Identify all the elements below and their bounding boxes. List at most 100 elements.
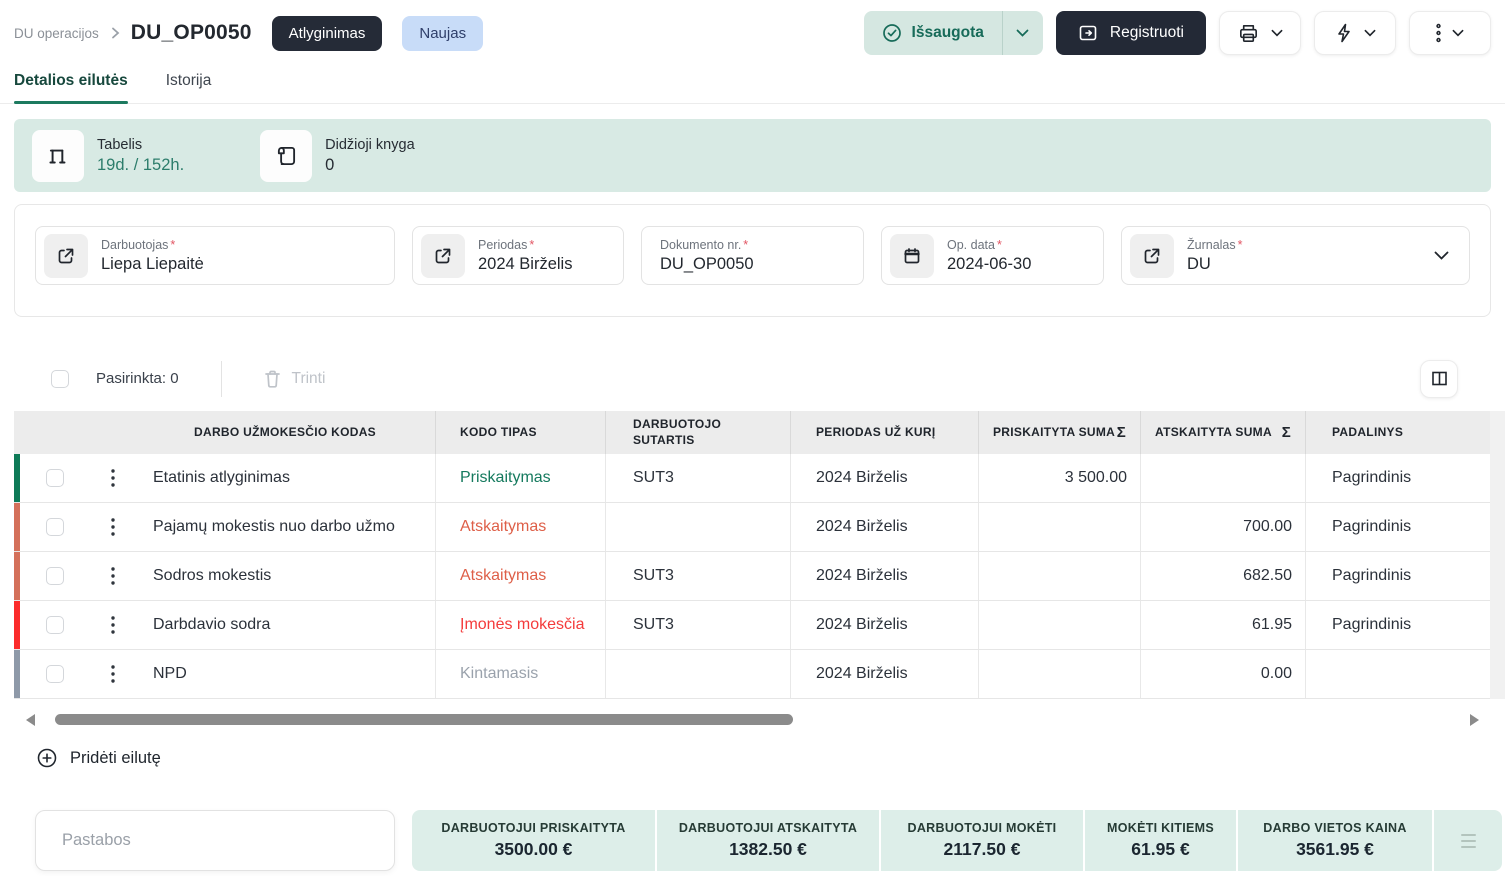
- info-bar: Tabelis 19d. / 152h. Didžioji knyga 0: [14, 119, 1491, 192]
- row-checkbox-cell: [20, 503, 90, 551]
- scrollbar-thumb[interactable]: [55, 714, 793, 725]
- operation-date-value: 2024-06-30: [947, 255, 1031, 274]
- cell-deducted: [1140, 454, 1305, 502]
- cell-contract: SUT3: [605, 601, 790, 649]
- general-ledger-info-item[interactable]: Didžioji knyga 0: [260, 130, 414, 182]
- tab-bar: Detalios eilutės Istorija: [0, 62, 1505, 104]
- employee-field[interactable]: Darbuotojas* Liepa Liepaitė: [35, 226, 395, 285]
- row-checkbox[interactable]: [46, 616, 64, 634]
- column-settings-button[interactable]: [1420, 360, 1458, 398]
- cell-deducted: 682.50: [1140, 552, 1305, 600]
- period-field[interactable]: Periodas* 2024 Birželis: [412, 226, 624, 285]
- summary-employee-payable: DARBUOTOJUI MOKĖTI 2117.50 €: [881, 810, 1083, 871]
- document-number-field[interactable]: Dokumento nr.* DU_OP0050: [641, 226, 864, 285]
- journal-field[interactable]: Žurnalas* DU: [1121, 226, 1470, 285]
- print-dropdown-button[interactable]: [1219, 11, 1301, 55]
- saved-dropdown-button[interactable]: [1003, 29, 1043, 37]
- cell-type: Kintamasis: [435, 650, 605, 698]
- chevron-down-icon: [1271, 29, 1283, 37]
- cell-type: Atskaitymas: [435, 552, 605, 600]
- timesheet-info-item[interactable]: Tabelis 19d. / 152h.: [32, 130, 184, 182]
- row-checkbox[interactable]: [46, 469, 64, 487]
- row-checkbox[interactable]: [46, 665, 64, 683]
- external-link-icon: [44, 234, 88, 278]
- timesheet-icon: [32, 130, 84, 182]
- saved-button[interactable]: Išsaugota: [864, 23, 1002, 43]
- cell-department: Pagrindinis: [1305, 601, 1490, 649]
- document-fields-card: Darbuotojas* Liepa Liepaitė Periodas* 20…: [14, 204, 1491, 317]
- kebab-menu-icon: [1436, 23, 1441, 43]
- employee-field-label: Darbuotojas*: [101, 238, 204, 252]
- add-row-button[interactable]: Pridėti eilutę: [37, 748, 161, 768]
- row-checkbox[interactable]: [46, 518, 64, 536]
- cell-accrued: [978, 650, 1140, 698]
- summary-drag-handle-icon[interactable]: [1434, 810, 1502, 871]
- field-texts: Periodas* 2024 Birželis: [478, 238, 572, 274]
- register-icon: [1078, 23, 1098, 43]
- trash-icon: [263, 369, 282, 389]
- scroll-right-arrow[interactable]: [1470, 714, 1479, 726]
- tab-detail-lines[interactable]: Detalios eilutės: [14, 62, 128, 103]
- table-header-row: Darbo užmokesčio kodas Kodo tipas Darbuo…: [14, 411, 1490, 454]
- row-checkbox[interactable]: [46, 567, 64, 585]
- delete-rows-label: Trinti: [292, 370, 326, 388]
- tab-history[interactable]: Istorija: [166, 62, 212, 103]
- ledger-value: 0: [325, 156, 414, 175]
- ledger-label: Didžioji knyga: [325, 137, 414, 153]
- cell-type: Įmonės mokesčia: [435, 601, 605, 649]
- scroll-left-arrow[interactable]: [26, 714, 35, 726]
- table-row: Darbdavio sodra Įmonės mokesčia SUT3 202…: [14, 601, 1490, 650]
- register-button[interactable]: Registruoti: [1056, 11, 1206, 55]
- select-all-checkbox[interactable]: [51, 370, 69, 388]
- cell-period: 2024 Birželis: [790, 503, 978, 551]
- ledger-texts: Didžioji knyga 0: [325, 137, 414, 175]
- operation-date-field[interactable]: Op. data* 2024-06-30: [881, 226, 1104, 285]
- chevron-down-icon: [1434, 251, 1449, 260]
- timesheet-label: Tabelis: [97, 137, 184, 153]
- delete-rows-button[interactable]: Trinti: [263, 369, 326, 389]
- topbar-actions: Išsaugota Registruoti: [864, 11, 1491, 55]
- cell-contract: SUT3: [605, 454, 790, 502]
- cell-contract: [605, 650, 790, 698]
- cell-department: Pagrindinis: [1305, 454, 1490, 502]
- cell-code: Pajamų mokestis nuo darbo užmo: [135, 503, 435, 551]
- check-circle-icon: [882, 23, 902, 43]
- document-number-value: DU_OP0050: [660, 255, 754, 274]
- column-header-accrued: Priskaityta sumaΣ: [978, 411, 1140, 454]
- column-header-deducted: Atskaityta sumaΣ: [1140, 411, 1305, 454]
- row-menu-button[interactable]: [90, 552, 135, 600]
- columns-icon: [1430, 369, 1449, 388]
- more-actions-dropdown-button[interactable]: [1409, 11, 1491, 55]
- kebab-menu-icon: [111, 616, 115, 634]
- row-checkbox-cell: [20, 552, 90, 600]
- cell-period: 2024 Birželis: [790, 601, 978, 649]
- notes-input[interactable]: [35, 810, 395, 871]
- cell-code: Sodros mokestis: [135, 552, 435, 600]
- column-header-contract: Darbuotojo sutartis: [605, 411, 790, 454]
- ledger-scroll-icon: [260, 130, 312, 182]
- table-row: NPD Kintamasis 2024 Birželis 0.00: [14, 650, 1490, 699]
- calendar-icon: [890, 234, 934, 278]
- sum-icon: Σ: [1282, 423, 1291, 443]
- cell-department: Pagrindinis: [1305, 552, 1490, 600]
- column-header-period: Periodas už kurį: [790, 411, 978, 454]
- breadcrumb-parent-link[interactable]: DU operacijos: [14, 26, 99, 41]
- row-checkbox-cell: [20, 454, 90, 502]
- row-menu-button[interactable]: [90, 650, 135, 698]
- cell-deducted: 0.00: [1140, 650, 1305, 698]
- type-badge: Atlyginimas: [272, 16, 383, 51]
- row-checkbox-cell: [20, 650, 90, 698]
- summary-panel: DARBUOTOJUI PRISKAITYTA 3500.00 € DARBUO…: [412, 810, 1502, 871]
- cell-accrued: [978, 552, 1140, 600]
- summary-workplace-cost: DARBO VIETOS KAINA 3561.95 €: [1238, 810, 1432, 871]
- row-menu-button[interactable]: [90, 454, 135, 502]
- saved-button-label: Išsaugota: [912, 24, 984, 42]
- kebab-menu-icon: [111, 469, 115, 487]
- period-field-value: 2024 Birželis: [478, 255, 572, 274]
- automation-dropdown-button[interactable]: [1314, 11, 1396, 55]
- column-header-department: Padalinys: [1305, 411, 1490, 454]
- row-menu-button[interactable]: [90, 503, 135, 551]
- row-menu-button[interactable]: [90, 601, 135, 649]
- register-button-label: Registruoti: [1110, 24, 1184, 42]
- plus-circle-icon: [37, 748, 57, 768]
